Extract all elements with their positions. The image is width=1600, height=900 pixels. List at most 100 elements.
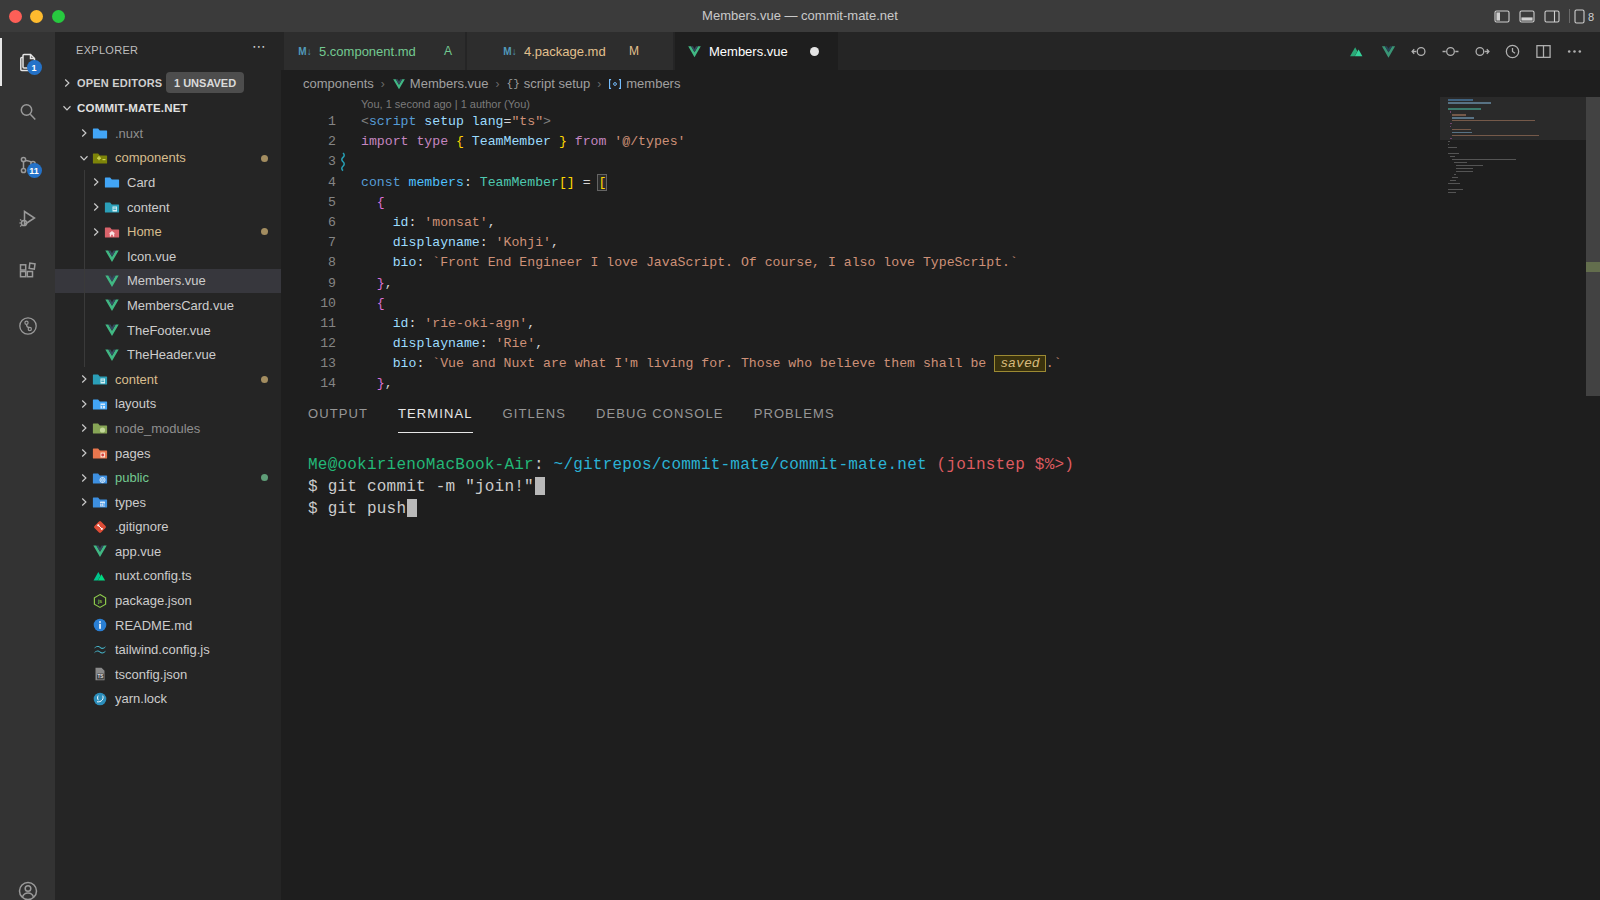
panel-tab-problems[interactable]: PROBLEMS (754, 397, 835, 433)
breadcrumb-item-Members.vue[interactable]: Members.vue (392, 76, 489, 91)
sidebar-more-actions-button[interactable]: ⋯ (252, 38, 267, 54)
panel-tab-gitlens[interactable]: GITLENS (503, 397, 566, 433)
tree-item-nuxt.config.ts[interactable]: nuxt.config.ts (55, 564, 281, 589)
activity-bar-explorer[interactable]: 1 (0, 38, 55, 86)
tree-item-components[interactable]: components (55, 146, 281, 171)
layout-sidebar-left-icon[interactable] (1494, 9, 1510, 24)
activity-bar-gitlens[interactable] (0, 302, 55, 350)
code-editor[interactable]: You, 1 second ago | 1 author (You) 1<scr… (281, 97, 1600, 397)
tree-item-.nuxt[interactable]: .nuxt (55, 121, 281, 146)
tab-Members.vue[interactable]: Members.vue (675, 32, 838, 70)
layout-partial-icon[interactable]: 8 (1569, 9, 1596, 24)
more-actions-icon[interactable] (1566, 43, 1583, 60)
tree-item-tailwind.config.js[interactable]: tailwind.config.js (55, 637, 281, 662)
tree-item-README.md[interactable]: README.md (55, 613, 281, 638)
titlebar-layout-actions: 8 (1494, 0, 1596, 32)
panel-tab-terminal[interactable]: TERMINAL (398, 397, 473, 433)
tree-item-app.vue[interactable]: app.vue (55, 539, 281, 564)
tab-4.package.md[interactable]: M↓4.package.mdM (467, 32, 674, 70)
code-line-5: 5 { (281, 193, 1600, 213)
chevron-right-icon (88, 174, 104, 190)
tree-item-node_modules[interactable]: node_modules (55, 416, 281, 441)
open-editors-section-header[interactable]: OPEN EDITORS 1 UNSAVED (55, 72, 281, 94)
line-number: 9 (296, 274, 336, 294)
gitlens-blame-annotation: You, 1 second ago | 1 author (You) (361, 98, 530, 110)
code-line-3: 3 (281, 152, 1600, 172)
code-line-2: 2import type { TeamMember } from '@/type… (281, 132, 1600, 152)
activity-bar-run-debug[interactable] (0, 194, 55, 242)
window-title: Members.vue — commit-mate.net (0, 0, 1600, 32)
tree-item-Icon.vue[interactable]: Icon.vue (55, 244, 281, 269)
tab-git-status: M (621, 44, 639, 58)
file-history-icon[interactable] (1504, 43, 1521, 60)
minimap[interactable] (1440, 97, 1586, 397)
activity-bar-extensions[interactable] (0, 248, 55, 296)
panel-tab-debug-console[interactable]: DEBUG CONSOLE (596, 397, 724, 433)
open-changes-next-icon[interactable] (1473, 43, 1490, 60)
terminal-cursor (535, 477, 545, 495)
tree-item-MembersCard.vue[interactable]: MembersCard.vue (55, 293, 281, 318)
chevron-right-icon (76, 125, 92, 141)
tree-item-Members.vue[interactable]: Members.vue (55, 269, 281, 294)
terminal-output[interactable]: Me@ookirienoMacBook-Air: ~/gitrepos/comm… (308, 454, 1074, 520)
vue-icon (687, 44, 703, 59)
breadcrumb-item-members[interactable]: members (608, 76, 680, 91)
code-line-1: 1<script setup lang="ts"> (281, 112, 1600, 132)
layout-panel-icon[interactable] (1519, 9, 1535, 24)
bottom-panel: OUTPUT TERMINAL GITLENS DEBUG CONSOLE PROBLE… (281, 397, 1600, 900)
workspace-root-header[interactable]: COMMIT-MATE.NET (55, 96, 281, 119)
tree-item-types[interactable]: TStypes (55, 490, 281, 515)
tree-item-Home[interactable]: Home (55, 219, 281, 244)
breadcrumb-item-components[interactable]: components (303, 76, 374, 91)
readme-icon (92, 617, 108, 633)
terminal-cursor (407, 499, 417, 517)
line-number: 14 (296, 374, 336, 394)
layout-sidebar-right-icon[interactable] (1544, 9, 1560, 24)
code-line-7: 7 displayname: 'Kohji', (281, 233, 1600, 253)
nuxt-icon[interactable] (1349, 43, 1366, 60)
line-number: 5 (296, 193, 336, 213)
editor-scrollbar[interactable] (1586, 97, 1600, 396)
tree-item-TheFooter.vue[interactable]: TheFooter.vue (55, 318, 281, 343)
vue-volar-icon[interactable] (1380, 43, 1397, 60)
code-line-10: 10 { (281, 294, 1600, 314)
activity-bar: 111 (0, 32, 55, 900)
tree-item-package.json[interactable]: jspackage.json (55, 588, 281, 613)
code-line-11: 11 id: 'rie-oki-agn', (281, 314, 1600, 334)
split-editor-icon[interactable] (1535, 43, 1552, 60)
explorer-sidebar: EXPLORER ⋯ OPEN EDITORS 1 UNSAVED COMMIT… (55, 32, 281, 900)
open-changes-icon[interactable] (1442, 43, 1459, 60)
line-number: 12 (296, 334, 336, 354)
tab-5.component.md[interactable]: M↓5.component.mdA (284, 32, 466, 70)
tree-item-tsconfig.json[interactable]: TStsconfig.json (55, 662, 281, 687)
tree-item-pages[interactable]: pages (55, 441, 281, 466)
tsconfig-icon: TS (92, 666, 108, 682)
code-line-8: 8 bio: `Front End Engineer I love JavaSc… (281, 253, 1600, 273)
activity-bar-source-control[interactable]: 11 (0, 141, 55, 189)
scrollbar-decoration (1586, 262, 1600, 272)
tree-item-TheHeader.vue[interactable]: TheHeader.vue (55, 342, 281, 367)
tree-item-layouts[interactable]: layouts (55, 392, 281, 417)
tree-item-content[interactable]: content (55, 195, 281, 220)
git-status-dot (261, 376, 268, 383)
folder-nuxt-icon (92, 125, 108, 141)
explorer-badge: 1 (27, 60, 42, 75)
tree-item-yarn.lock[interactable]: yarn.lock (55, 687, 281, 712)
tab-dirty-dot[interactable] (810, 47, 819, 56)
tree-item-public[interactable]: public (55, 465, 281, 490)
open-changes-prev-icon[interactable] (1411, 43, 1428, 60)
breadcrumb-item-script-setup[interactable]: {}script setup (507, 76, 591, 91)
tree-item-.gitignore[interactable]: .gitignore (55, 515, 281, 540)
git-status-dot (261, 155, 268, 162)
editor-tab-bar: M↓5.component.mdAM↓4.package.mdMMembers.… (281, 32, 1600, 70)
panel-tab-output[interactable]: OUTPUT (308, 397, 368, 433)
activity-bar-account[interactable] (0, 867, 55, 900)
activity-bar-search[interactable] (0, 88, 55, 136)
tree-item-content[interactable]: content (55, 367, 281, 392)
line-number: 8 (296, 253, 336, 273)
explorer-icon: 1 (16, 50, 40, 74)
tree-item-Card[interactable]: Card (55, 170, 281, 195)
chevron-right-icon (76, 494, 92, 510)
line-number: 6 (296, 213, 336, 233)
code-line-13: 13 bio: `Vue and Nuxt are what I'm livin… (281, 354, 1600, 374)
